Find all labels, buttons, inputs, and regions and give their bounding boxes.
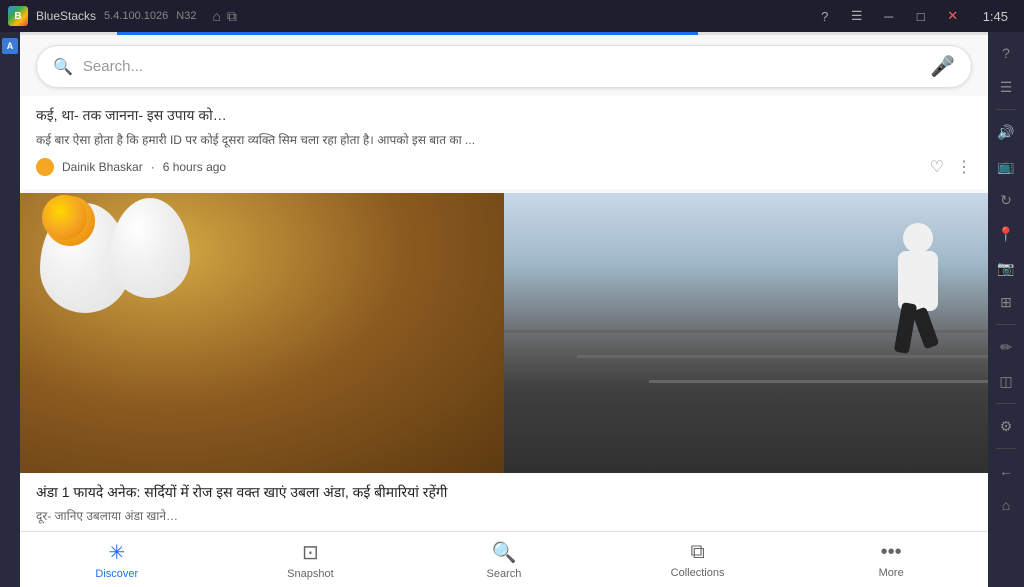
sidebar-camera-btn[interactable]: 📷 bbox=[991, 253, 1021, 283]
window-controls: ? ☰ ─ □ ✕ bbox=[811, 2, 967, 30]
nav-discover-label: Discover bbox=[95, 568, 138, 580]
progress-fill bbox=[117, 32, 698, 35]
article-actions: ♡ ⋮ bbox=[930, 157, 972, 177]
sidebar-layers-btn[interactable]: ◫ bbox=[991, 366, 1021, 396]
help-button[interactable]: ? bbox=[811, 2, 839, 30]
main-container: A 🔍 Search... 🎤 कई, था- तक जानना- इस उपा… bbox=[0, 32, 1024, 587]
sidebar-rotate-btn[interactable]: ↻ bbox=[991, 185, 1021, 215]
time-ago: · bbox=[151, 160, 155, 174]
sidebar-question-btn[interactable]: ? bbox=[991, 38, 1021, 68]
nav-more[interactable]: ••• More bbox=[794, 532, 988, 587]
sidebar-menu-btn[interactable]: ☰ bbox=[991, 72, 1021, 102]
sidebar-volume-btn[interactable]: 🔊 bbox=[991, 117, 1021, 147]
search-nav-icon: 🔍 bbox=[492, 540, 517, 565]
search-bar[interactable]: 🔍 Search... 🎤 bbox=[36, 45, 972, 88]
app-badge: A bbox=[2, 38, 18, 54]
scroll-content[interactable]: कई, था- तक जानना- इस उपाय को… कई बार ऐसा… bbox=[20, 96, 988, 531]
sidebar-divider-2 bbox=[996, 324, 1016, 325]
sidebar-crop-btn[interactable]: ⊞ bbox=[991, 287, 1021, 317]
app-ntag: N32 bbox=[176, 10, 196, 22]
discover-icon: ✳ bbox=[108, 540, 125, 565]
sidebar-divider-4 bbox=[996, 448, 1016, 449]
app-version: 5.4.100.1026 bbox=[104, 10, 168, 22]
article-caption: अंडा 1 फायदे अनेक: सर्दियों में रोज इस व… bbox=[20, 473, 988, 531]
like-button[interactable]: ♡ bbox=[930, 157, 944, 177]
article-top-card: कई, था- तक जानना- इस उपाय को… कई बार ऐसा… bbox=[20, 96, 988, 189]
progress-bar bbox=[20, 32, 988, 35]
sidebar-divider-3 bbox=[996, 403, 1016, 404]
image-article-card: अंडा 1 फायदे अनेक: सर्दियों में रोज इस व… bbox=[20, 193, 988, 531]
title-icons: ⌂ ⧉ bbox=[212, 8, 236, 25]
article-meta: Dainik Bhaskar · 6 hours ago ♡ ⋮ bbox=[36, 157, 972, 177]
sidebar-back-btn[interactable]: ← bbox=[991, 456, 1021, 486]
article-top-title: कई, था- तक जानना- इस उपाय को… bbox=[36, 106, 972, 125]
search-bar-wrapper: 🔍 Search... 🎤 bbox=[20, 35, 988, 96]
source-name: Dainik Bhaskar bbox=[62, 160, 143, 174]
menu-button[interactable]: ☰ bbox=[843, 2, 871, 30]
nav-collections-label: Collections bbox=[671, 567, 725, 579]
right-sidebar: ? ☰ 🔊 📺 ↻ 📍 📷 ⊞ ✏ ◫ ⚙ ← ⌂ bbox=[988, 32, 1024, 587]
article-time: 6 hours ago bbox=[163, 160, 226, 174]
search-icon: 🔍 bbox=[53, 57, 73, 77]
source-dot bbox=[36, 158, 54, 176]
nav-snapshot[interactable]: ⊡ Snapshot bbox=[214, 532, 408, 587]
article-caption-text: अंडा 1 फायदे अनेक: सर्दियों में रोज इस व… bbox=[36, 483, 972, 503]
app-name: BlueStacks bbox=[36, 9, 96, 23]
nav-discover[interactable]: ✳ Discover bbox=[20, 532, 214, 587]
article-top-excerpt: कई बार ऐसा होता है कि हमारी ID पर कोई दू… bbox=[36, 131, 972, 149]
close-button[interactable]: ✕ bbox=[939, 2, 967, 30]
collections-icon: ⧉ bbox=[690, 541, 704, 564]
app-logo: B bbox=[8, 6, 28, 26]
snapshot-icon: ⊡ bbox=[302, 540, 319, 565]
article-caption-sub: दूर- जानिए उबलाया अंडा खाने… bbox=[36, 507, 972, 524]
runner-head bbox=[903, 223, 933, 253]
layers-icon[interactable]: ⧉ bbox=[227, 8, 237, 25]
title-bar: B BlueStacks 5.4.100.1026 N32 ⌂ ⧉ ? ☰ ─ … bbox=[0, 0, 1024, 32]
nav-search[interactable]: 🔍 Search bbox=[407, 532, 601, 587]
runner-leg-2 bbox=[912, 307, 940, 350]
time-display: 1:45 bbox=[975, 9, 1016, 24]
sidebar-divider-1 bbox=[996, 109, 1016, 110]
app-content: 🔍 Search... 🎤 कई, था- तक जानना- इस उपाय … bbox=[20, 32, 988, 587]
sidebar-draw-btn[interactable]: ✏ bbox=[991, 332, 1021, 362]
runner-image bbox=[504, 193, 988, 473]
nav-collections[interactable]: ⧉ Collections bbox=[601, 532, 795, 587]
article-images bbox=[20, 193, 988, 473]
left-badge: A bbox=[0, 32, 20, 587]
bottom-nav: ✳ Discover ⊡ Snapshot 🔍 Search ⧉ Collect… bbox=[20, 531, 988, 587]
runner-figure bbox=[878, 223, 958, 383]
sidebar-home-btn[interactable]: ⌂ bbox=[991, 490, 1021, 520]
nav-more-label: More bbox=[879, 567, 904, 579]
more-icon: ••• bbox=[881, 541, 902, 564]
sidebar-location-btn[interactable]: 📍 bbox=[991, 219, 1021, 249]
mic-icon[interactable]: 🎤 bbox=[930, 54, 955, 79]
minimize-button[interactable]: ─ bbox=[875, 2, 903, 30]
sidebar-screen-btn[interactable]: 📺 bbox=[991, 151, 1021, 181]
eggs-image bbox=[20, 193, 504, 473]
nav-search-label: Search bbox=[487, 568, 522, 580]
sidebar-settings-btn[interactable]: ⚙ bbox=[991, 411, 1021, 441]
more-options-button[interactable]: ⋮ bbox=[956, 157, 972, 177]
nav-snapshot-label: Snapshot bbox=[287, 568, 333, 580]
home-icon[interactable]: ⌂ bbox=[212, 8, 220, 24]
maximize-button[interactable]: □ bbox=[907, 2, 935, 30]
search-placeholder[interactable]: Search... bbox=[83, 58, 920, 75]
